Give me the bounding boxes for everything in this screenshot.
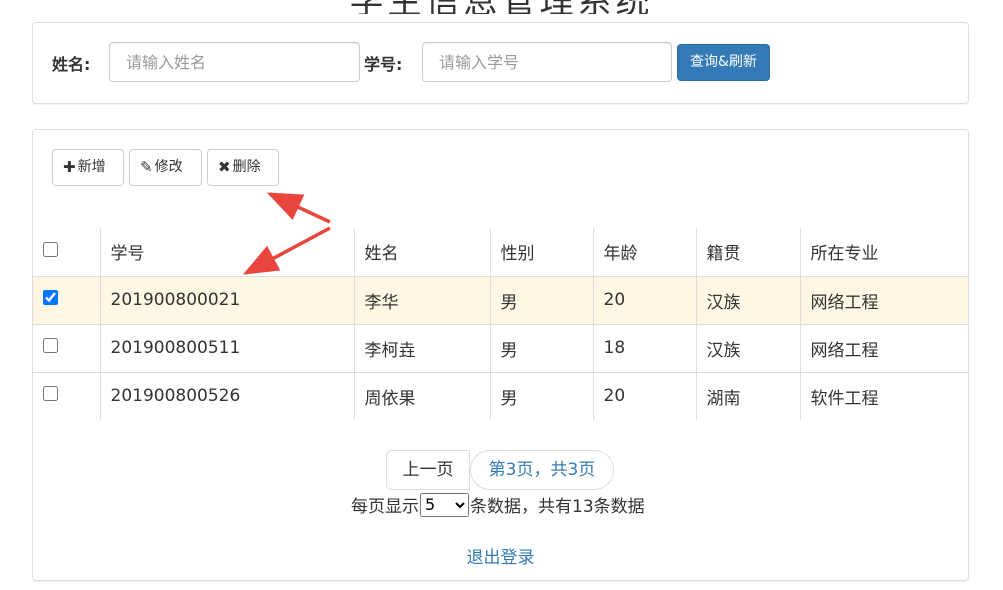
plus-icon: ✚ (63, 158, 76, 176)
page-info: 第3页，共3页 (470, 450, 614, 490)
table-row[interactable]: 201900800021 李华 男 20 汉族 网络工程 (33, 276, 968, 325)
name-label: 姓名: (52, 55, 91, 74)
cell-major: 软件工程 (799, 372, 968, 420)
name-search-input[interactable] (109, 42, 360, 82)
column-header-gender[interactable]: 性别 (489, 228, 593, 277)
column-header-student-id[interactable]: 学号 (99, 228, 354, 277)
page-title: 学生信息管理系统 (0, 0, 1003, 14)
query-refresh-button[interactable]: 查询&刷新 (677, 44, 770, 81)
cell-gender: 男 (489, 276, 593, 325)
cell-origin: 汉族 (695, 276, 800, 325)
cell-student-id: 201900800021 (99, 276, 354, 325)
prev-page-button[interactable]: 上一页 (386, 450, 470, 490)
delete-button[interactable]: ✖ 删除 (207, 149, 279, 186)
page-size-select[interactable]: 5 (420, 492, 469, 517)
cell-age: 18 (592, 324, 696, 373)
cell-student-id: 201900800511 (99, 324, 354, 373)
select-all-cell (33, 228, 100, 277)
row-select-cell (33, 372, 100, 420)
row-checkbox[interactable] (43, 290, 58, 305)
cell-age: 20 (592, 372, 696, 420)
cell-major: 网络工程 (799, 324, 968, 373)
student-id-label: 学号: (364, 55, 403, 74)
cell-student-id: 201900800526 (99, 372, 354, 420)
cell-age: 20 (592, 276, 696, 325)
table-row[interactable]: 201900800511 李柯垚 男 18 汉族 网络工程 (33, 324, 968, 373)
row-checkbox[interactable] (43, 338, 58, 353)
cell-gender: 男 (489, 372, 593, 420)
add-button[interactable]: ✚ 新增 (52, 149, 124, 186)
student-list-panel: ✚ 新增 ✎ 修改 ✖ 删除 学号 姓名 性别 年龄 籍贯 所在专业 20190… (32, 129, 969, 581)
column-header-name[interactable]: 姓名 (353, 228, 490, 277)
row-select-cell (33, 276, 100, 325)
student-id-search-input[interactable] (422, 42, 672, 82)
edit-button-label: 修改 (154, 159, 183, 175)
cell-name: 周依果 (353, 372, 490, 420)
row-checkbox[interactable] (43, 386, 58, 402)
table-header-row: 学号 姓名 性别 年龄 籍贯 所在专业 (33, 228, 968, 277)
column-header-major[interactable]: 所在专业 (799, 228, 968, 277)
table-row[interactable]: 201900800526 周依果 男 20 湖南 软件工程 (33, 372, 968, 420)
row-select-cell (33, 324, 100, 373)
cell-origin: 湖南 (695, 372, 800, 420)
select-all-checkbox[interactable] (43, 241, 58, 257)
student-table: 学号 姓名 性别 年龄 籍贯 所在专业 201900800021 李华 男 20… (33, 228, 968, 420)
cell-origin: 汉族 (695, 324, 800, 373)
add-button-label: 新增 (77, 159, 106, 175)
page-size-prefix: 每页显示 (351, 497, 419, 517)
pencil-icon: ✎ (140, 158, 153, 176)
page-size-row: 每页显示 5 条数据，共有13条数据 (351, 492, 645, 517)
remove-icon: ✖ (218, 158, 231, 176)
column-header-origin[interactable]: 籍贯 (695, 228, 800, 277)
column-header-age[interactable]: 年龄 (592, 228, 696, 277)
cell-name: 李华 (353, 276, 490, 325)
cell-major: 网络工程 (799, 276, 968, 325)
logout-link[interactable]: 退出登录 (33, 543, 968, 568)
edit-button[interactable]: ✎ 修改 (129, 149, 202, 186)
cell-gender: 男 (489, 324, 593, 373)
search-panel: 姓名: 学号: 查询&刷新 (32, 22, 969, 104)
record-count-text: 条数据，共有13条数据 (470, 497, 645, 517)
cell-name: 李柯垚 (353, 324, 490, 373)
delete-button-label: 删除 (232, 159, 261, 175)
